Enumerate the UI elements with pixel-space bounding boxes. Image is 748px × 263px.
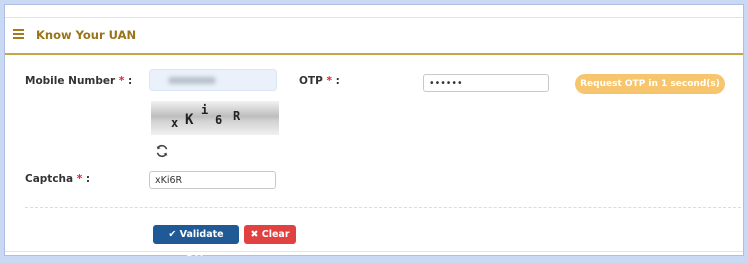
label-colon: :: [82, 173, 91, 185]
bottom-divider: [5, 251, 743, 252]
masked-mobile-value: [168, 77, 216, 84]
label-colon: :: [331, 75, 340, 87]
otp-input[interactable]: [423, 74, 549, 92]
divider: [25, 207, 741, 208]
captcha-char: i: [201, 103, 209, 117]
hamburger-icon[interactable]: [13, 29, 24, 39]
captcha-input[interactable]: [149, 171, 276, 189]
captcha-image: x K i 6 R: [151, 101, 279, 135]
clear-button[interactable]: ✖ Clear: [244, 225, 296, 244]
refresh-icon[interactable]: [155, 144, 169, 158]
captcha-char: x: [171, 116, 179, 130]
validate-otp-button[interactable]: ✔ Validate OTP: [153, 225, 239, 259]
page-frame: Know Your UAN Mobile Number * : OTP * : …: [4, 4, 744, 259]
label-colon: :: [124, 75, 133, 87]
clear-label: Clear: [261, 229, 290, 240]
mobile-number-label-text: Mobile Number: [25, 75, 116, 87]
captcha-char: 6: [215, 113, 223, 127]
captcha-label: Captcha * :: [25, 173, 90, 185]
section-header: Know Your UAN: [5, 17, 743, 55]
captcha-char: R: [233, 109, 241, 123]
captcha-label-text: Captcha: [25, 173, 74, 185]
request-otp-label: Request OTP in 1 second(s): [580, 79, 720, 89]
page-title: Know Your UAN: [36, 28, 137, 42]
mobile-number-label: Mobile Number * :: [25, 75, 132, 87]
close-icon: ✖: [250, 229, 259, 240]
check-icon: ✔: [168, 229, 177, 240]
otp-label: OTP * :: [299, 75, 340, 87]
captcha-char: K: [185, 112, 194, 128]
mobile-number-field[interactable]: [149, 69, 277, 91]
request-otp-button[interactable]: Request OTP in 1 second(s): [575, 74, 725, 94]
validate-otp-label: Validate OTP: [179, 229, 224, 259]
otp-label-text: OTP: [299, 75, 323, 87]
